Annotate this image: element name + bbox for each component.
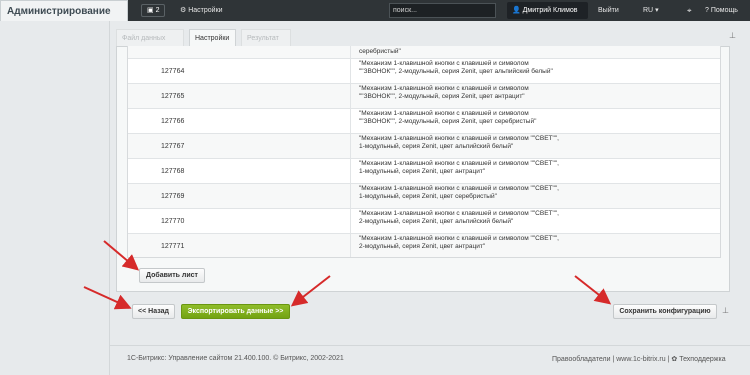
table-row: 127766 "Механизм 1-клавишной кнопки с кл… xyxy=(128,108,720,134)
row-id: 127766 xyxy=(161,118,185,125)
user-menu[interactable]: 👤 Дмитрий Климов xyxy=(507,2,588,19)
row-id: 127769 xyxy=(161,193,185,200)
row-id: 127771 xyxy=(161,243,185,250)
row-name: "Механизм 1-клавишной кнопки с клавишей … xyxy=(359,60,553,75)
table-row: 127764 "Механизм 1-клавишной кнопки с кл… xyxy=(128,58,720,84)
pin-icon[interactable]: ⊥ xyxy=(722,306,729,315)
help-label: Помощь xyxy=(710,7,738,14)
row-id: 127768 xyxy=(161,168,185,175)
site-link[interactable]: www.1c-bitrix.ru xyxy=(616,356,665,363)
add-sheet-button[interactable]: Добавить лист xyxy=(139,268,205,283)
export-button[interactable]: Экспортировать данные >> xyxy=(181,304,290,319)
footer: 1С-Битрикс: Управление сайтом 21.400.100… xyxy=(110,345,750,375)
tab-result[interactable]: Результат xyxy=(241,29,291,47)
user-name: Дмитрий Климов xyxy=(522,7,578,14)
settings-link[interactable]: ⚙ Настройки xyxy=(180,0,223,21)
save-config-button[interactable]: Сохранить конфигурацию xyxy=(613,304,717,319)
row-name: "Механизм 1-клавишной кнопки с клавишей … xyxy=(359,160,559,175)
table-row: серебристый" xyxy=(128,46,720,59)
lang-label: RU xyxy=(643,7,654,14)
table-row: 127767 "Механизм 1-клавишной кнопки с кл… xyxy=(128,133,720,159)
support-link[interactable]: Техподдержка xyxy=(679,356,725,363)
back-button[interactable]: << Назад xyxy=(132,304,175,319)
pin-icon[interactable]: ⌖ xyxy=(687,0,692,21)
top-bar: Администрирование ▣ 2 ⚙ Настройки поиск.… xyxy=(0,0,750,24)
table-row: 127765 "Механизм 1-клавишной кнопки с кл… xyxy=(128,83,720,109)
pin-icon[interactable]: ⊥ xyxy=(729,31,736,40)
row-id: 127764 xyxy=(161,68,185,75)
table-row: 127771 "Механизм 1-клавишной кнопки с кл… xyxy=(128,233,720,257)
product-table: серебристый" 127764 "Механизм 1-клавишно… xyxy=(127,46,721,258)
row-id: 127767 xyxy=(161,143,185,150)
tab-data-file[interactable]: Файл данных xyxy=(116,29,184,47)
row-name: "Механизм 1-клавишной кнопки с клавишей … xyxy=(359,85,529,100)
row-name: "Механизм 1-клавишной кнопки с клавишей … xyxy=(359,235,559,250)
user-icon: 👤 xyxy=(512,7,523,14)
chevron-down-icon: ▾ xyxy=(653,7,659,14)
search-input[interactable]: поиск... xyxy=(389,3,496,18)
row-id: 127765 xyxy=(161,93,185,100)
row-name: "Механизм 1-клавишной кнопки с клавишей … xyxy=(359,210,559,225)
row-name: "Механизм 1-клавишной кнопки с клавишей … xyxy=(359,185,559,200)
row-name: серебристый" xyxy=(359,48,401,55)
gear-icon: ⚙ xyxy=(180,7,189,14)
calendar-icon: ▣ xyxy=(147,7,156,14)
table-row: 127770 "Механизм 1-клавишной кнопки с кл… xyxy=(128,208,720,234)
table-row: 127768 "Механизм 1-клавишной кнопки с кл… xyxy=(128,158,720,184)
logout-link[interactable]: Выйти xyxy=(598,0,619,21)
row-name: "Механизм 1-клавишной кнопки с клавишей … xyxy=(359,135,559,150)
row-name: "Механизм 1-клавишной кнопки с клавишей … xyxy=(359,110,537,125)
settings-label: Настройки xyxy=(188,7,223,14)
row-id: 127770 xyxy=(161,218,185,225)
help-link[interactable]: ? Помощь xyxy=(705,0,738,21)
table-row: 127769 "Механизм 1-клавишной кнопки с кл… xyxy=(128,183,720,209)
notifications-badge[interactable]: ▣ 2 xyxy=(141,4,166,17)
tab-settings[interactable]: Настройки xyxy=(189,29,236,47)
left-panel xyxy=(0,21,110,375)
footer-links: Правообладатели | www.1c-bitrix.ru | ✿ Т… xyxy=(552,355,726,363)
rightholders-link[interactable]: Правообладатели xyxy=(552,356,611,363)
footer-copyright: 1С-Битрикс: Управление сайтом 21.400.100… xyxy=(127,355,344,362)
notification-count: 2 xyxy=(155,7,160,14)
language-select[interactable]: RU ▾ xyxy=(643,0,659,21)
